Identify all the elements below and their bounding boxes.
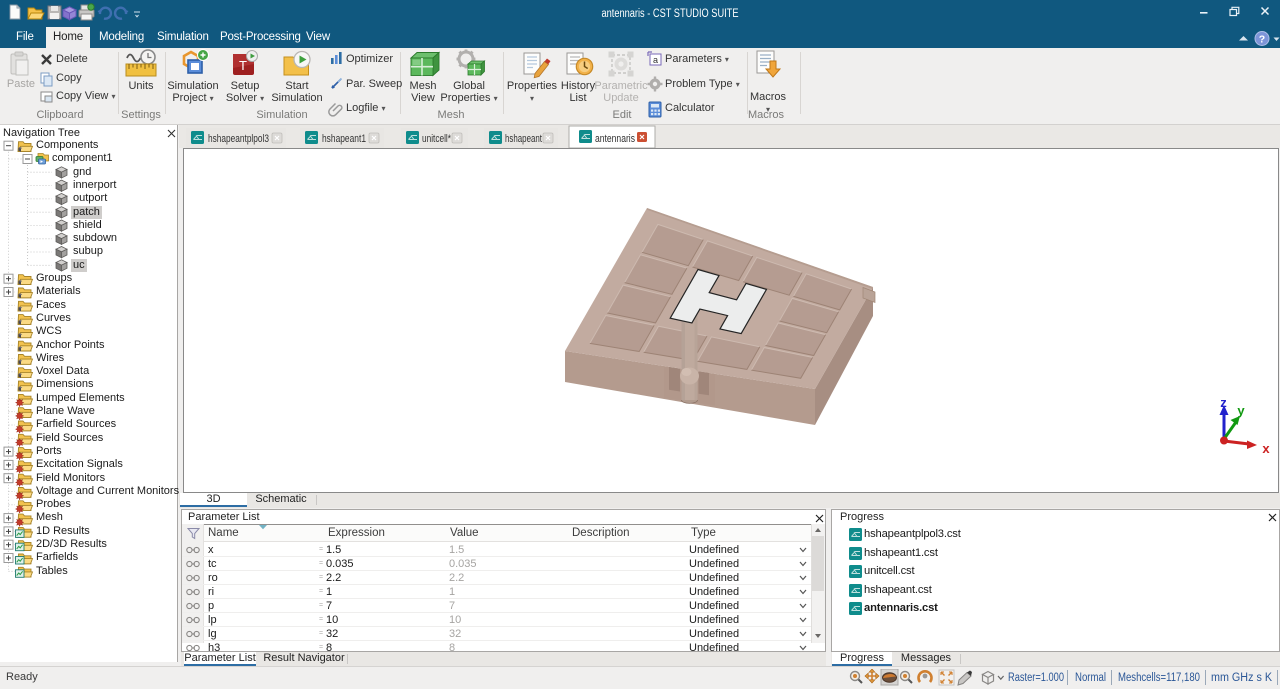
svg-text:mm GHz s K: mm GHz s K — [1211, 672, 1272, 684]
svg-text:antennaris - CST STUDIO SUITE: antennaris - CST STUDIO SUITE — [602, 8, 739, 20]
svg-text:T: T — [239, 58, 247, 73]
svg-text:Meshcells=117,180: Meshcells=117,180 — [1118, 672, 1200, 684]
svg-text:unitcell*: unitcell* — [422, 133, 452, 145]
svg-text:?: ? — [1259, 34, 1265, 46]
svg-text:a: a — [653, 55, 658, 65]
svg-text:hshapeant: hshapeant — [505, 133, 542, 145]
svg-text:hshapeantplpol3: hshapeantplpol3 — [208, 133, 269, 145]
svg-text:antennaris: antennaris — [595, 133, 635, 145]
svg-text:hshapeant1: hshapeant1 — [322, 133, 366, 145]
svg-text:Normal: Normal — [1075, 672, 1106, 684]
svg-text:y: y — [1237, 403, 1245, 418]
svg-text:Raster=1.000: Raster=1.000 — [1008, 672, 1064, 684]
svg-text:x: x — [1262, 441, 1270, 456]
svg-text:z: z — [1220, 395, 1227, 410]
